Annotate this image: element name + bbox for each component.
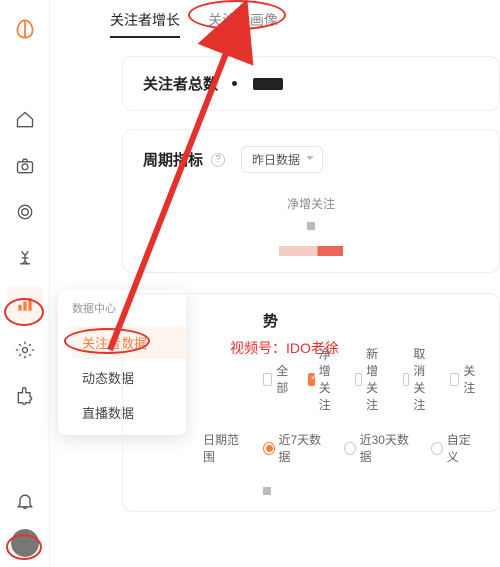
main: 关注者增长 关注者画像 关注者总数 周期指标 ? 昨日数据 净增关注 势 全部 …	[50, 0, 500, 567]
period-select[interactable]: 昨日数据	[241, 146, 323, 173]
tabs: 关注者增长 关注者画像	[50, 10, 500, 38]
watermark-text: 视频号：IDO老徐	[230, 338, 339, 358]
nav-plugin[interactable]	[7, 378, 43, 414]
nav-income[interactable]	[7, 240, 43, 276]
date-range-row: 日期范围 近7天数据 近30天数据 自定义	[143, 431, 479, 465]
total-followers-card: 关注者总数	[122, 56, 500, 111]
avatar[interactable]	[11, 529, 39, 557]
metric-bar	[279, 246, 343, 256]
period-label: 周期指标	[143, 149, 203, 170]
tab-follower-portrait[interactable]: 关注者画像	[208, 10, 278, 38]
help-icon[interactable]: ?	[211, 153, 225, 167]
nav-analytics[interactable]	[7, 286, 43, 322]
nav-notifications[interactable]	[7, 483, 43, 519]
range-30d[interactable]: 近30天数据	[344, 431, 415, 465]
opt-cancel[interactable]: 取消关注	[403, 345, 434, 413]
legend-dot	[263, 487, 271, 495]
metric-dot	[307, 222, 315, 230]
nav-home[interactable]	[7, 102, 43, 138]
range-custom[interactable]: 自定义	[431, 431, 479, 465]
tab-follower-growth[interactable]: 关注者增长	[110, 10, 180, 38]
opt-follow[interactable]: 关注	[450, 362, 479, 396]
total-followers-label: 关注者总数	[143, 73, 479, 94]
nav-circle[interactable]	[7, 194, 43, 230]
logo-icon	[12, 16, 38, 42]
sidebar	[0, 0, 50, 567]
trend-card: 势 全部 净增关注 新增关注 取消关注 关注 日期范围 近7天数据 近30天数据…	[122, 293, 500, 512]
metric-net-increase: 净增关注	[143, 195, 479, 212]
period-metrics-card: 周期指标 ? 昨日数据 净增关注	[122, 129, 500, 273]
nav-camera[interactable]	[7, 148, 43, 184]
opt-all[interactable]: 全部	[263, 362, 292, 396]
trend-title: 势	[143, 310, 479, 331]
range-label: 日期范围	[203, 431, 247, 465]
range-7d[interactable]: 近7天数据	[263, 431, 328, 465]
nav-settings[interactable]	[7, 332, 43, 368]
opt-new[interactable]: 新增关注	[355, 345, 386, 413]
dot-icon	[232, 81, 237, 86]
redacted-value	[253, 78, 283, 90]
